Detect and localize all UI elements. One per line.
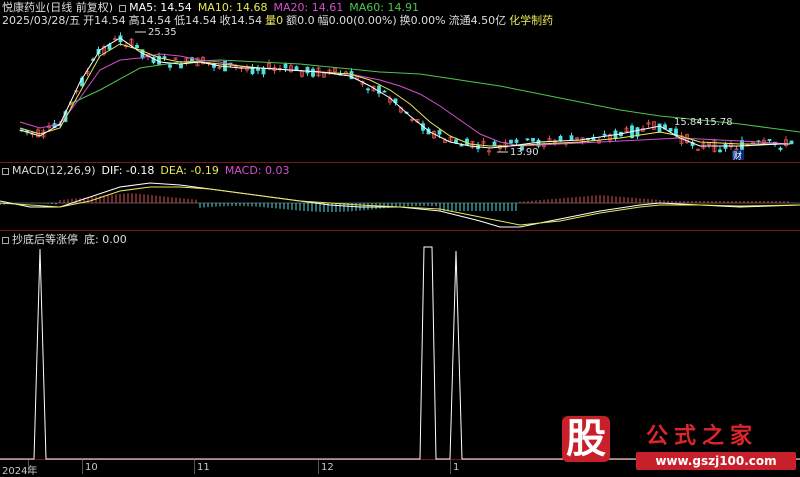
watermark-logo: 股 公式之家 www.gszj100.com (558, 410, 800, 474)
x-tick (318, 460, 319, 474)
candle-body (718, 149, 722, 153)
candle-body (657, 123, 662, 133)
candlesticks (19, 32, 794, 156)
candle-body (162, 56, 167, 59)
candle-body (531, 138, 535, 142)
candle-body (261, 68, 266, 75)
logo-url: www.gszj100.com (636, 452, 796, 470)
candle-body (778, 147, 783, 150)
candle-body (525, 138, 530, 141)
x-label-oct: 10 (85, 462, 98, 473)
x-label-year: 2024年 (2, 466, 38, 477)
candle-body (283, 63, 288, 69)
x-label-jan: 1 (453, 462, 460, 473)
candle-body (459, 144, 464, 147)
candle-body (311, 68, 315, 77)
candle-body (569, 135, 574, 141)
candle-body (602, 133, 607, 136)
logo-title: 公式之家 (646, 423, 759, 449)
range-right-label: 15.78 (704, 117, 733, 128)
candle-body (437, 130, 442, 135)
candle-body (135, 45, 139, 48)
price-chart[interactable]: 25.35 13.90 15.84 - 15.78 财 (0, 0, 800, 160)
candle-body (179, 63, 183, 69)
candle-body (558, 135, 563, 142)
candle-body (767, 139, 772, 141)
finance-badge[interactable]: 财 (733, 150, 742, 160)
candle-body (492, 141, 497, 146)
candle-body (509, 139, 513, 144)
range-dash: - (697, 117, 701, 128)
candle-body (514, 139, 519, 143)
candle-body (740, 140, 744, 150)
candle-body (305, 66, 310, 74)
low-label: 13.90 (510, 147, 539, 158)
candle-body (668, 128, 673, 132)
macd-chart[interactable] (0, 163, 800, 231)
x-tick (194, 460, 195, 474)
x-tick (450, 460, 451, 474)
candle-body (789, 140, 794, 145)
x-label-nov: 11 (197, 462, 210, 473)
candle-body (168, 64, 172, 68)
x-tick (82, 460, 83, 474)
x-label-dec: 12 (321, 462, 334, 473)
candle-body (382, 90, 387, 93)
high-label: 25.35 (148, 27, 177, 38)
candle-body (366, 88, 370, 91)
logo-icon: 股 (562, 416, 610, 462)
